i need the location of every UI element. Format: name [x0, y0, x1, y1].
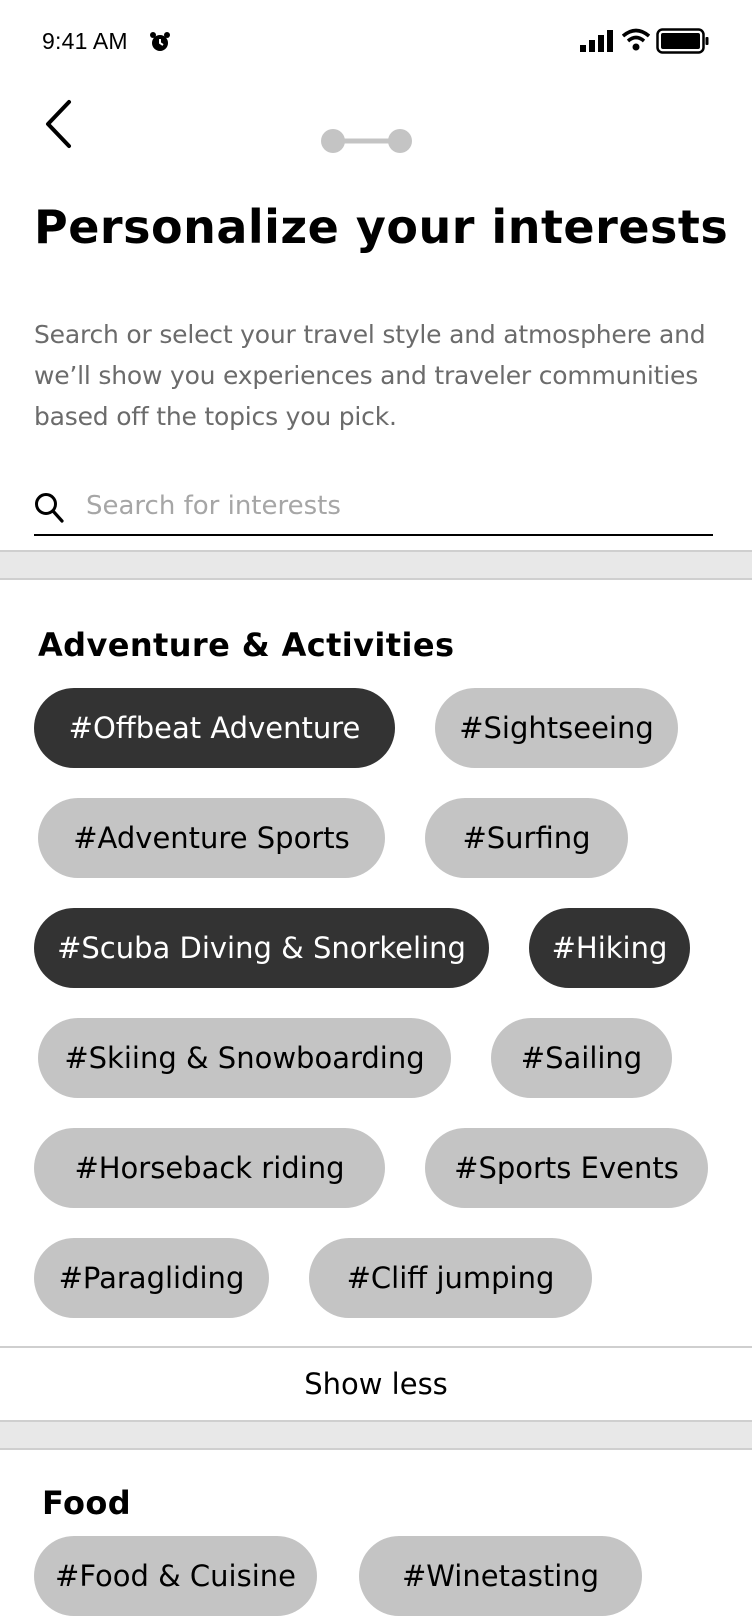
progress-indicator — [321, 129, 412, 153]
page-description: Search or select your travel style and a… — [34, 320, 706, 431]
alarm-icon — [150, 32, 170, 51]
chip-cliff-jumping[interactable]: #Cliff jumping — [309, 1238, 592, 1318]
chevron-left-icon — [46, 100, 71, 148]
chip-adventure-sports[interactable]: #Adventure Sports — [38, 798, 385, 878]
chip-hiking[interactable]: #Hiking — [529, 908, 690, 988]
section-divider — [0, 1420, 752, 1450]
wifi-icon — [622, 28, 650, 51]
section-title-adventure: Adventure & Activities — [38, 626, 455, 664]
chip-horseback-riding[interactable]: #Horseback riding — [34, 1128, 385, 1208]
chip-food-cuisine[interactable]: #Food & Cuisine — [34, 1536, 317, 1616]
status-bar: 9:41 AM — [0, 0, 752, 86]
search-bar — [34, 482, 713, 536]
chip-offbeat-adventure[interactable]: #Offbeat Adventure — [34, 688, 395, 768]
chip-sightseeing[interactable]: #Sightseeing — [435, 688, 678, 768]
chip-paragliding[interactable]: #Paragliding — [34, 1238, 269, 1318]
section-title-food: Food — [42, 1484, 132, 1522]
page-title: Personalize your interests — [34, 200, 729, 254]
show-less-button[interactable]: Show less — [0, 1346, 752, 1420]
status-time: 9:41 AM — [42, 28, 128, 54]
progress-step-1 — [321, 129, 345, 153]
chip-surfing[interactable]: #Surfing — [425, 798, 628, 878]
section-divider — [0, 550, 752, 580]
chip-skiing-snowboarding[interactable]: #Skiing & Snowboarding — [38, 1018, 451, 1098]
back-button[interactable] — [38, 94, 82, 154]
chip-sports-events[interactable]: #Sports Events — [425, 1128, 708, 1208]
chip-scuba-diving-snorkeling[interactable]: #Scuba Diving & Snorkeling — [34, 908, 489, 988]
search-input[interactable] — [86, 486, 706, 526]
chip-winetasting[interactable]: #Winetasting — [359, 1536, 642, 1616]
progress-step-2 — [388, 129, 412, 153]
battery-icon — [656, 28, 709, 54]
search-icon — [35, 493, 64, 523]
chip-sailing[interactable]: #Sailing — [491, 1018, 672, 1098]
signal-icon — [580, 30, 613, 52]
